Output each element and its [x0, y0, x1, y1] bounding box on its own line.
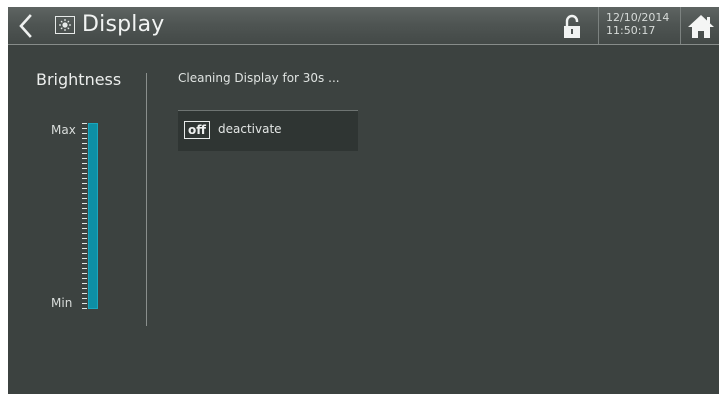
date-time-display: 12/10/2014 11:50:17 — [606, 11, 669, 37]
chevron-left-icon — [19, 14, 32, 38]
deactivate-button[interactable]: off deactivate — [178, 110, 358, 151]
header-separator — [598, 7, 599, 44]
header-separator — [680, 7, 681, 44]
header-bar: Display 12/10/2014 11:50:17 — [8, 7, 719, 45]
time-text: 11:50:17 — [606, 24, 656, 37]
page-title: Display — [82, 12, 165, 37]
brightness-title: Brightness — [36, 70, 122, 89]
home-icon — [688, 15, 714, 38]
display-brightness-icon — [55, 16, 75, 34]
cleaning-status-text: Cleaning Display for 30s ... — [178, 71, 340, 85]
back-button[interactable] — [14, 11, 40, 41]
brightness-slider[interactable] — [88, 123, 98, 309]
deactivate-label: deactivate — [218, 122, 282, 136]
brightness-max-label: Max — [51, 123, 76, 137]
home-button[interactable] — [687, 13, 715, 39]
date-text: 12/10/2014 — [606, 11, 670, 24]
brightness-scale-ticks — [82, 123, 87, 309]
panel-divider — [146, 73, 147, 326]
off-badge: off — [184, 121, 210, 139]
brightness-min-label: Min — [51, 296, 73, 310]
lock-button[interactable] — [561, 14, 583, 40]
unlocked-padlock-icon — [564, 14, 580, 38]
display-screen: Display 12/10/2014 11:50:17 Brightness M… — [8, 7, 719, 394]
brightness-slider-fill — [89, 124, 97, 308]
